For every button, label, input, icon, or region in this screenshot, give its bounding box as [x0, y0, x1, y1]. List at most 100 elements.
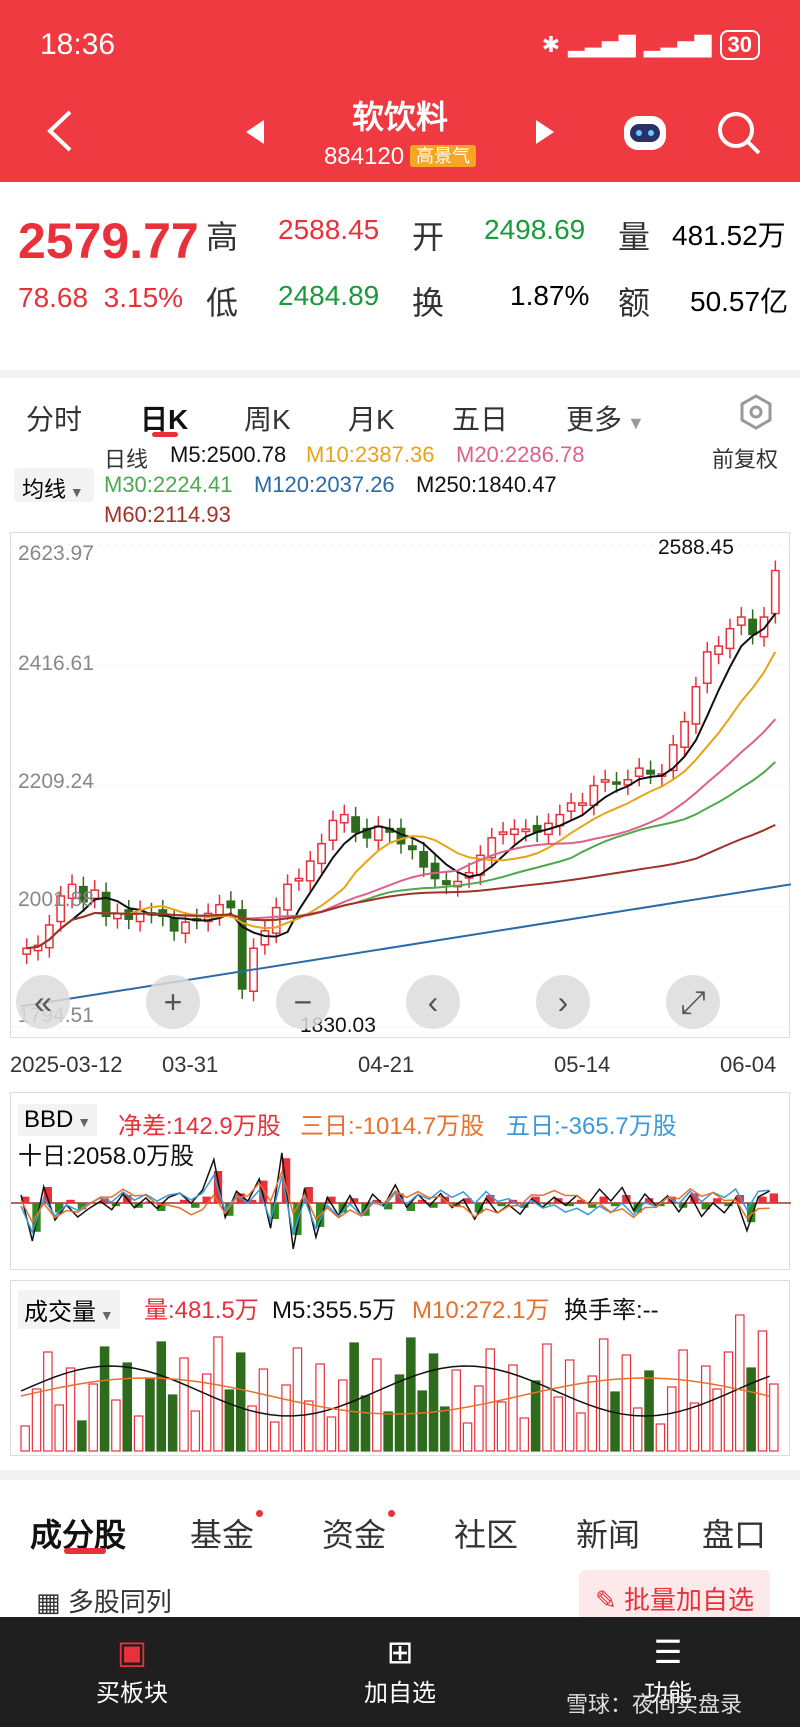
volume-bar	[678, 1349, 688, 1452]
volume-bar	[258, 1368, 269, 1452]
nav-buy-sector[interactable]: ▣ 买板块	[62, 1633, 202, 1708]
ma-selector[interactable]: 均线 ▼	[14, 468, 94, 502]
volume-bar	[281, 1384, 291, 1452]
nav-add-watchlist[interactable]: ⊞ 加自选	[330, 1633, 470, 1708]
volume-panel[interactable]	[10, 1280, 790, 1456]
candle	[328, 819, 338, 841]
volume-bar	[99, 1346, 110, 1452]
candle	[589, 784, 599, 807]
m5-label: M5:2500.78	[170, 442, 287, 467]
volume-bar	[235, 1352, 246, 1452]
vol-current: 量:481.5万	[144, 1297, 259, 1324]
volume-value: 481.52万	[672, 220, 786, 251]
volume-bar	[372, 1358, 382, 1452]
bbd-5d: 五日:-365.7万股	[506, 1113, 677, 1140]
tab-funds-label: 基金	[190, 1517, 255, 1553]
y-tick-4: 2001.88	[18, 888, 94, 911]
candle	[566, 802, 576, 812]
tab-more[interactable]: 更多 ▼	[566, 398, 645, 438]
candle	[339, 813, 349, 824]
volume-chart[interactable]	[11, 1281, 791, 1457]
volume-title: 成交量	[24, 1299, 96, 1326]
tab-five-day[interactable]: 五日	[452, 398, 508, 438]
tab-weekly[interactable]: 周K	[244, 398, 291, 438]
volume-bar	[292, 1347, 303, 1452]
tab-more-label: 更多	[566, 404, 623, 435]
candle	[181, 921, 190, 934]
candle	[680, 720, 690, 748]
volume-bar	[179, 1357, 189, 1452]
nav-buy-label: 买板块	[96, 1680, 168, 1707]
candle	[714, 645, 724, 655]
volume-bar	[462, 1422, 473, 1452]
bottom-tabs: 成分股 基金 资金 社区 新闻 盘口	[0, 1470, 800, 1560]
volume-selector[interactable]: 成交量 ▼	[18, 1290, 120, 1329]
zoom-out-button[interactable]: −	[276, 975, 330, 1029]
bbd-selector[interactable]: BBD ▼	[18, 1104, 98, 1136]
volume-bar	[54, 1404, 64, 1452]
x-tick-2: 03-31	[162, 1052, 219, 1077]
tab-intraday[interactable]: 分时	[26, 398, 82, 438]
kline-chart[interactable]	[11, 533, 792, 1039]
multi-stock-button[interactable]: ▦ 多股同列	[36, 1582, 172, 1619]
zoom-in-button[interactable]: +	[146, 975, 200, 1029]
volume-bar	[508, 1364, 518, 1452]
settings-icon[interactable]	[738, 394, 774, 430]
batch-label: 批量加自选	[623, 1585, 754, 1615]
volume-bar	[644, 1370, 654, 1452]
y-tick-2: 2416.61	[18, 652, 94, 675]
kline-chart-frame[interactable]	[10, 532, 792, 1039]
volume-bar	[43, 1351, 53, 1452]
adjust-label[interactable]: 前复权	[712, 442, 778, 474]
candle	[691, 686, 701, 725]
status-icons: ✱ ▂▃▅▇ ▂▃▅▇ 30	[542, 30, 760, 60]
page-title: 软饮料	[351, 99, 448, 135]
volume-bar	[746, 1367, 756, 1452]
open-label: 开	[412, 219, 445, 255]
robot-assistant-icon[interactable]	[620, 108, 670, 156]
high-annotation: 2588.45	[658, 536, 734, 559]
dropdown-icon: ▼	[622, 413, 645, 433]
volume-bar	[156, 1341, 167, 1452]
vol-m10: M10:272.1万	[412, 1297, 550, 1324]
app-header: 18:36 ✱ ▂▃▅▇ ▂▃▅▇ 30 软饮料 884120 高景气	[0, 0, 800, 182]
candle	[759, 616, 769, 638]
x-tick-3: 04-21	[358, 1052, 415, 1077]
candle	[521, 828, 531, 833]
m10-label: M10:2387.36	[306, 442, 435, 467]
candle	[441, 880, 451, 886]
vol-turnover: 换手率:--	[564, 1297, 659, 1324]
volume-bar	[700, 1365, 711, 1452]
tab-orderbook[interactable]: 盘口	[702, 1510, 766, 1556]
tab-funds[interactable]: 基金	[190, 1510, 264, 1556]
volume-bar	[417, 1390, 427, 1452]
tab-news[interactable]: 新闻	[576, 1510, 640, 1556]
tab-community[interactable]: 社区	[454, 1510, 518, 1556]
volume-bar	[485, 1348, 496, 1452]
status-badge[interactable]: 高景气	[410, 145, 477, 167]
scroll-left-button[interactable]: «	[16, 975, 70, 1029]
volume-bar	[769, 1383, 779, 1452]
tab-monthly[interactable]: 月K	[348, 398, 395, 438]
high-value: 2588.45	[278, 214, 380, 245]
tab-capital[interactable]: 资金	[322, 1510, 396, 1556]
bbd-3d: 三日:-1014.7万股	[300, 1113, 485, 1140]
volume-bar	[723, 1351, 734, 1452]
stock-code: 884120 高景气	[0, 142, 800, 171]
fullscreen-button[interactable]: ⤢	[666, 975, 720, 1029]
prev-candle-button[interactable]: ‹	[406, 975, 460, 1029]
volume-bar	[474, 1385, 484, 1452]
change-pct: 3.15%	[103, 282, 184, 313]
candle	[351, 816, 361, 833]
multi-label: 多股同列	[67, 1587, 172, 1617]
volume-bar	[621, 1354, 632, 1452]
search-icon[interactable]	[716, 110, 762, 156]
candle	[260, 930, 270, 946]
bbd-bar	[712, 1198, 722, 1203]
next-candle-button[interactable]: ›	[536, 975, 590, 1029]
volume-bar	[757, 1330, 768, 1452]
volume-bar	[428, 1353, 439, 1452]
volume-bar	[213, 1336, 223, 1452]
m60-label: M60:2114.93	[104, 502, 231, 527]
volume-bar	[201, 1373, 212, 1452]
